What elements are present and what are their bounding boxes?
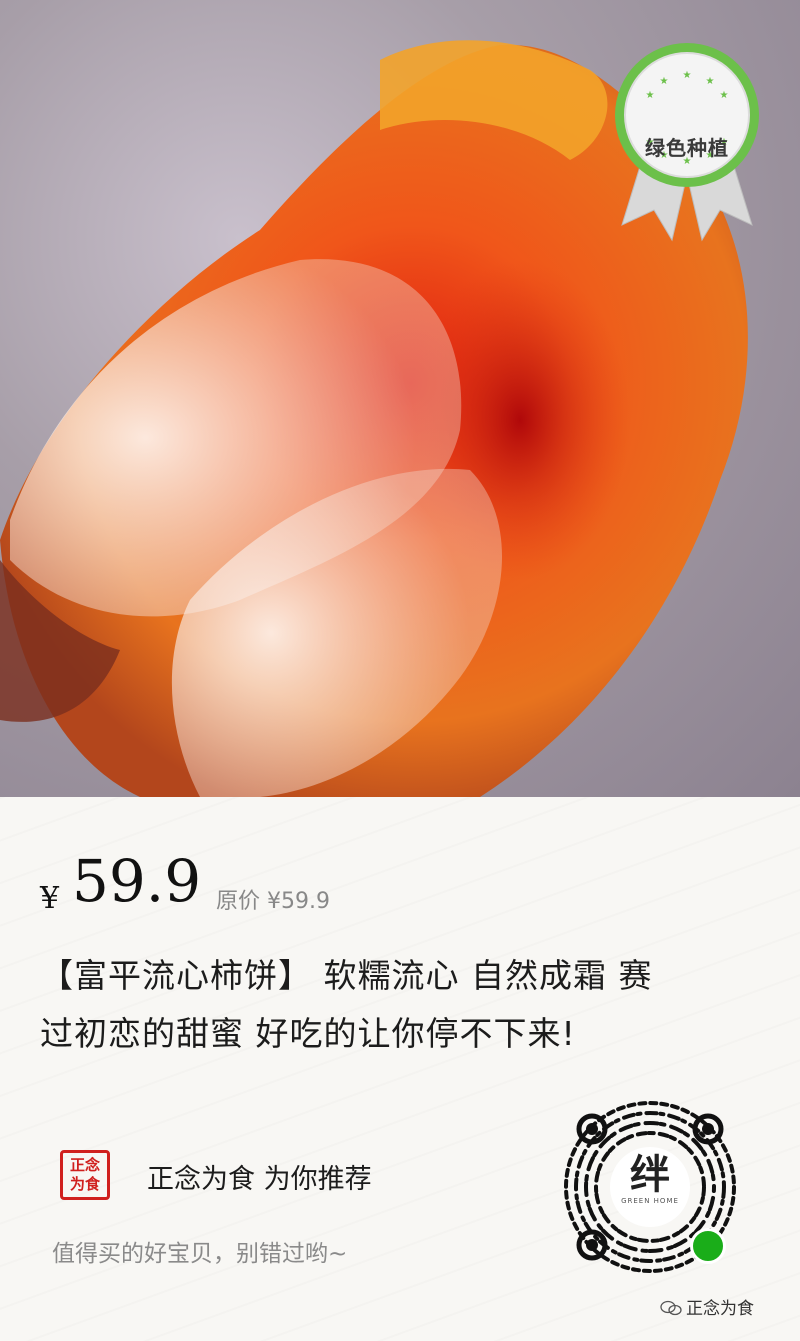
shop-recommend-text: 正念为食 为你推荐 xyxy=(147,1164,372,1195)
svg-text:★: ★ xyxy=(683,70,692,81)
mini-program-icon xyxy=(690,1228,726,1264)
green-planting-badge: ★ ★ ★ ★ ★ ★ ★ ★ ★ ★ 绿色种植 xyxy=(612,40,762,250)
watermark-text: 正念为食 xyxy=(686,1299,754,1319)
qr-center-char: 绊 xyxy=(630,1151,670,1198)
original-price: 原价 ¥59.9 xyxy=(216,889,330,914)
product-title-line-2: 过初恋的甜蜜 好吃的让你停不下来! xyxy=(40,1014,576,1053)
current-price: 59.9 xyxy=(72,847,202,915)
badge-label: 绿色种植 xyxy=(645,136,729,160)
shop-seal-logo: 正念 为食 xyxy=(60,1150,110,1200)
account-watermark: 正念为食 xyxy=(660,1294,754,1319)
qr-center-sub: GREEN HOME xyxy=(621,1197,679,1205)
product-title-line-1: 【富平流心柿饼】 软糯流心 自然成霜 赛 xyxy=(40,956,653,995)
product-hero-image: ★ ★ ★ ★ ★ ★ ★ ★ ★ ★ 绿色种植 xyxy=(0,0,800,797)
product-title: 【富平流心柿饼】 软糯流心 自然成霜 赛 过初恋的甜蜜 好吃的让你停不下来! xyxy=(40,947,700,1063)
svg-text:★: ★ xyxy=(720,90,729,101)
svg-text:★: ★ xyxy=(646,90,655,101)
shop-slogan: 值得买的好宝贝，别错过哟~ xyxy=(52,1241,348,1267)
product-info-card: ¥ 59.9 原价 ¥59.9 【富平流心柿饼】 软糯流心 自然成霜 赛 过初恋… xyxy=(0,797,800,1341)
currency-symbol: ¥ xyxy=(40,881,60,916)
svg-text:★: ★ xyxy=(706,76,715,87)
seal-text-top: 正念 xyxy=(69,1156,100,1174)
qr-center-logo: 绊 GREEN HOME xyxy=(610,1147,690,1227)
wechat-chat-icon xyxy=(660,1300,682,1316)
svg-text:★: ★ xyxy=(660,76,669,87)
seal-text-bottom: 为食 xyxy=(69,1175,100,1193)
